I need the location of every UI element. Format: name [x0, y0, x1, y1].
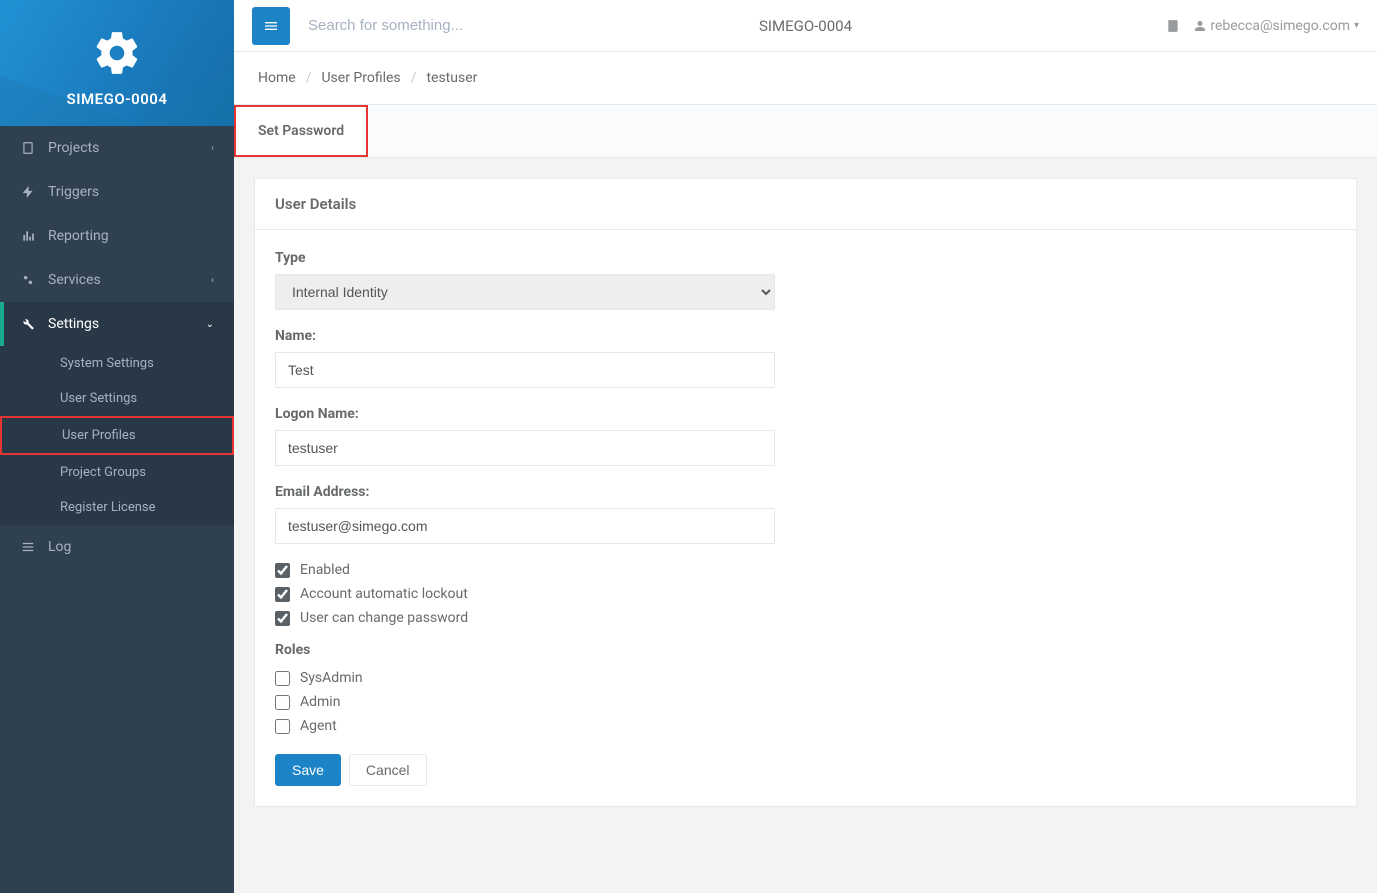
changepw-checkbox[interactable]: [275, 611, 290, 626]
role-label: Agent: [300, 718, 337, 734]
cancel-button[interactable]: Cancel: [349, 754, 427, 786]
breadcrumb: Home / User Profiles / testuser: [258, 70, 1353, 86]
lockout-checkbox[interactable]: [275, 587, 290, 602]
sidebar-item-label: Services: [48, 272, 101, 288]
panel-title: User Details: [255, 179, 1356, 230]
breadcrumb-sep: /: [411, 70, 417, 86]
type-label: Type: [275, 250, 795, 266]
sidebar-item-label: Reporting: [48, 228, 109, 244]
tab-label: Set Password: [258, 123, 344, 139]
role-label: Admin: [300, 694, 340, 710]
sidebar-item-user-profiles[interactable]: User Profiles: [0, 416, 234, 455]
enabled-checkbox[interactable]: [275, 563, 290, 578]
user-icon: [1194, 20, 1206, 32]
sidebar-item-reporting[interactable]: Reporting: [0, 214, 234, 258]
book-icon[interactable]: [1166, 19, 1180, 33]
book-icon: [20, 141, 36, 155]
breadcrumb-user-profiles[interactable]: User Profiles: [321, 70, 400, 86]
topbar: SIMEGO-0004 rebecca@simego.com ▾: [234, 0, 1377, 52]
enabled-label: Enabled: [300, 562, 350, 578]
settings-subnav: System Settings User Settings User Profi…: [0, 346, 234, 525]
breadcrumb-current: testuser: [426, 70, 477, 86]
button-label: Save: [292, 762, 324, 778]
logon-label: Logon Name:: [275, 406, 795, 422]
tab-bar: Set Password: [234, 104, 1377, 158]
sidebar-item-label: System Settings: [60, 356, 154, 371]
sidebar-item-register-license[interactable]: Register License: [0, 490, 234, 525]
sidebar-item-user-settings[interactable]: User Settings: [0, 381, 234, 416]
sidebar-item-label: User Profiles: [62, 428, 136, 443]
email-label: Email Address:: [275, 484, 795, 500]
app-logo-icon: S: [92, 28, 142, 78]
sidebar-item-label: Register License: [60, 500, 156, 515]
sidebar-item-label: Log: [48, 539, 71, 555]
breadcrumb-home[interactable]: Home: [258, 70, 296, 86]
role-label: SysAdmin: [300, 670, 363, 686]
sidebar-item-system-settings[interactable]: System Settings: [0, 346, 234, 381]
bolt-icon: [20, 185, 36, 199]
main: SIMEGO-0004 rebecca@simego.com ▾ Home / …: [234, 0, 1377, 893]
changepw-label: User can change password: [300, 610, 468, 626]
chevron-left-icon: ‹: [211, 143, 214, 154]
save-button[interactable]: Save: [275, 754, 341, 786]
list-icon: [20, 540, 36, 554]
roles-title: Roles: [275, 642, 795, 658]
app-name: SIMEGO-0004: [0, 90, 234, 108]
content-area: User Details Type Internal Identity Name…: [234, 158, 1377, 893]
button-label: Cancel: [366, 762, 410, 778]
wrench-icon: [20, 317, 36, 331]
name-input[interactable]: [275, 352, 775, 388]
user-email: rebecca@simego.com: [1210, 18, 1350, 34]
cogs-icon: [20, 273, 36, 287]
tab-set-password[interactable]: Set Password: [234, 105, 368, 157]
sidebar-item-label: User Settings: [60, 391, 137, 406]
sidebar-item-label: Project Groups: [60, 465, 146, 480]
svg-text:S: S: [113, 45, 122, 63]
search-input[interactable]: [308, 17, 658, 34]
breadcrumb-sep: /: [306, 70, 312, 86]
breadcrumb-bar: Home / User Profiles / testuser: [234, 52, 1377, 104]
sidebar-header: S SIMEGO-0004: [0, 0, 234, 126]
menu-toggle-button[interactable]: [252, 7, 290, 45]
bars-icon: [263, 18, 279, 34]
role-agent-checkbox[interactable]: [275, 719, 290, 734]
email-input[interactable]: [275, 508, 775, 544]
sidebar-item-label: Triggers: [48, 184, 99, 200]
chevron-left-icon: ‹: [211, 275, 214, 286]
role-admin-checkbox[interactable]: [275, 695, 290, 710]
sidebar-item-projects[interactable]: Projects ‹: [0, 126, 234, 170]
sidebar-nav: Projects ‹ Triggers Reporting Services ‹: [0, 126, 234, 569]
lockout-label: Account automatic lockout: [300, 586, 468, 602]
user-menu[interactable]: rebecca@simego.com ▾: [1194, 18, 1359, 34]
name-label: Name:: [275, 328, 795, 344]
logon-input[interactable]: [275, 430, 775, 466]
sidebar-item-project-groups[interactable]: Project Groups: [0, 455, 234, 490]
page-title: SIMEGO-0004: [759, 17, 852, 35]
role-sysadmin-checkbox[interactable]: [275, 671, 290, 686]
sidebar-item-services[interactable]: Services ‹: [0, 258, 234, 302]
sidebar-item-settings[interactable]: Settings ⌄: [0, 302, 234, 346]
type-select[interactable]: Internal Identity: [275, 274, 775, 310]
user-details-panel: User Details Type Internal Identity Name…: [254, 178, 1357, 807]
caret-down-icon: ▾: [1354, 20, 1359, 31]
sidebar-item-triggers[interactable]: Triggers: [0, 170, 234, 214]
chevron-down-icon: ⌄: [206, 319, 214, 330]
sidebar-item-label: Projects: [48, 140, 99, 156]
sidebar-item-log[interactable]: Log: [0, 525, 234, 569]
sidebar-item-label: Settings: [48, 316, 99, 332]
chart-icon: [20, 229, 36, 243]
sidebar: S SIMEGO-0004 Projects ‹ Triggers Report…: [0, 0, 234, 893]
